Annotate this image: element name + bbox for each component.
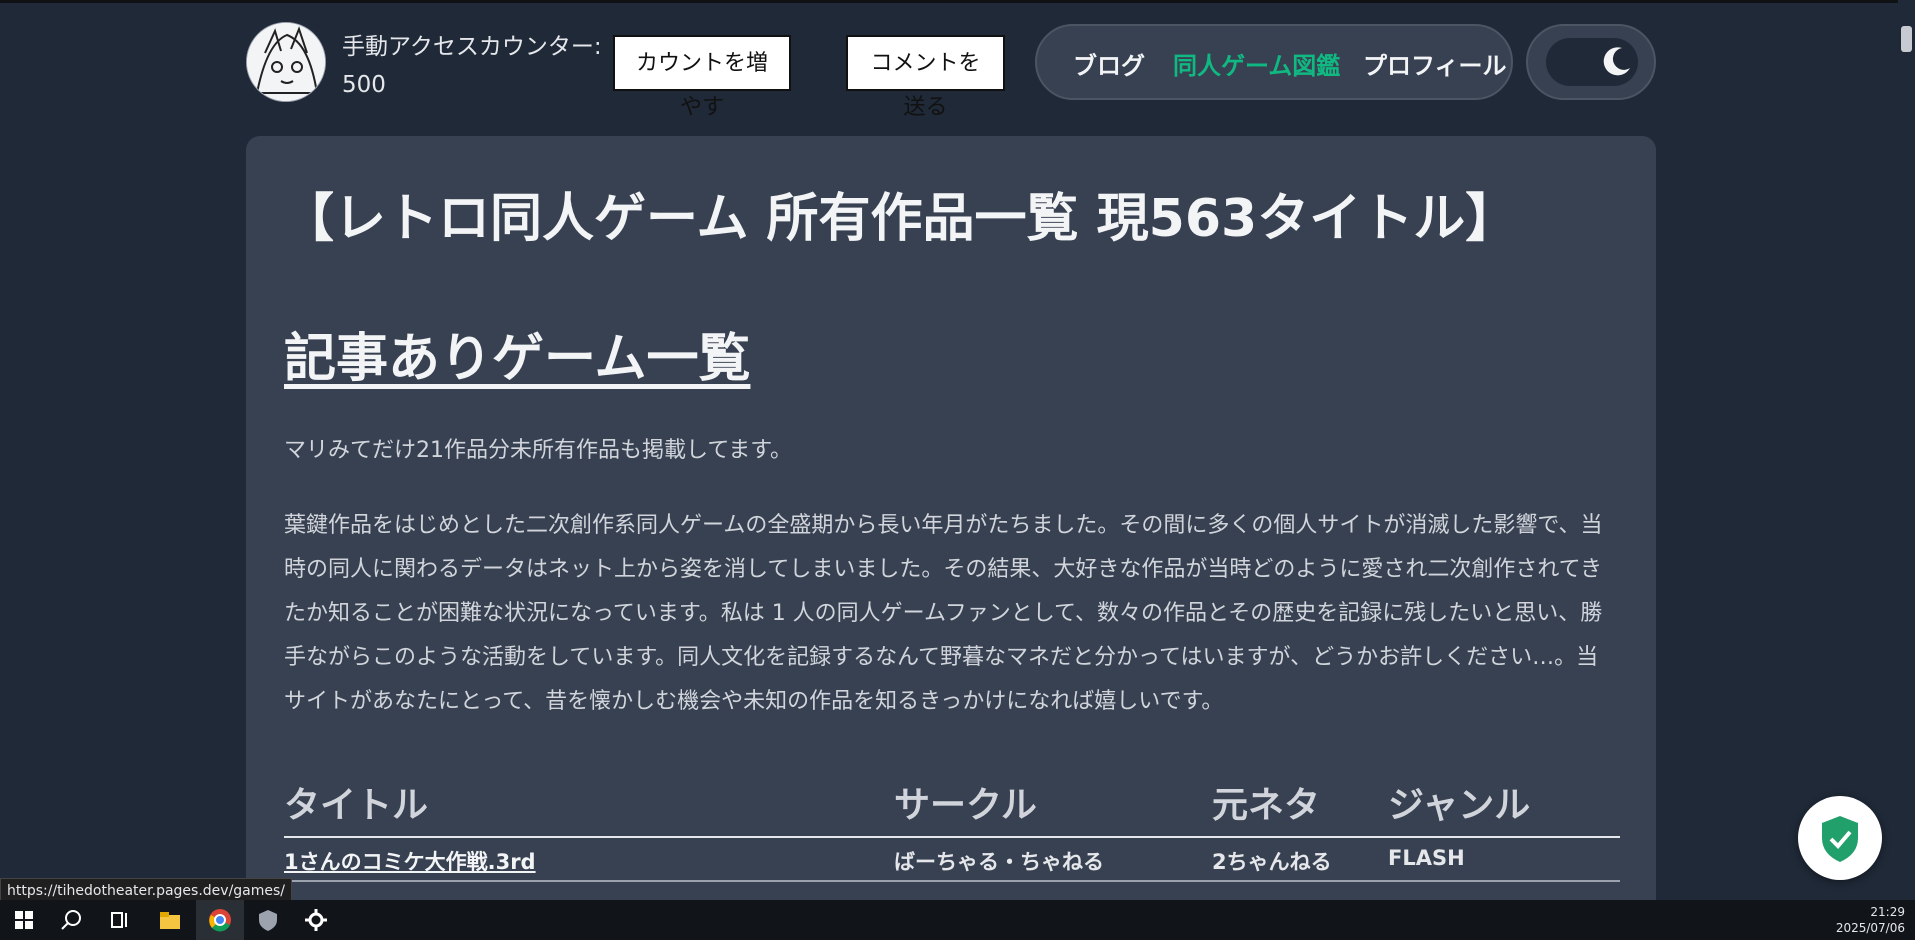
table-row-divider [284, 880, 1620, 882]
table-header-divider [284, 836, 1620, 838]
theme-toggle-container [1526, 24, 1656, 100]
clock-time: 21:29 [1870, 905, 1905, 919]
avatar-illustration-icon [247, 23, 325, 101]
send-comment-label: コメントを [870, 51, 981, 76]
moon-stars-icon [1603, 47, 1630, 76]
cell-genre: FLASH [1388, 846, 1465, 870]
increment-count-label-overflow: やす [679, 95, 724, 120]
avatar[interactable] [246, 22, 326, 102]
file-explorer-icon[interactable] [156, 906, 184, 934]
cell-title: 1さんのコミケ大作戦.3rd [284, 846, 536, 876]
window-top-edge [0, 0, 1915, 3]
page-title: 【レトロ同人ゲーム 所有作品一覧 現563タイトル】 [282, 189, 1518, 249]
counter-label: 手動アクセスカウンター: [342, 34, 602, 60]
settings-gear-icon[interactable] [302, 906, 330, 934]
windows-start-icon[interactable] [10, 906, 38, 934]
main-nav: ブログ 同人ゲーム図鑑 プロフィール [1035, 24, 1513, 100]
task-view-icon[interactable] [106, 906, 134, 934]
system-clock[interactable]: 21:29 2025/07/06 [1836, 904, 1905, 936]
cell-circle: ばーちゃる・ちゃねる [894, 850, 1104, 874]
search-icon[interactable] [58, 906, 86, 934]
section-heading: 記事ありゲーム一覧 [284, 329, 751, 389]
theme-toggle[interactable] [1546, 38, 1638, 86]
game-title-link[interactable]: 1さんのコミケ大作戦.3rd [284, 850, 536, 874]
cell-source: 2ちゃんねる [1212, 850, 1332, 874]
site-header: 手動アクセスカウンター: 500 カウントを増 やす コメントを 送る ブログ … [246, 18, 1656, 120]
page-scrollbar[interactable] [1898, 0, 1915, 900]
counter-value: 500 [342, 72, 386, 98]
note-text: マリみてだけ21作品分未所有作品も掲載してます。 [284, 438, 793, 463]
nav-blog[interactable]: ブログ [1073, 46, 1145, 81]
content-card: 【レトロ同人ゲーム 所有作品一覧 現563タイトル】 記事ありゲーム一覧 マリみ… [246, 136, 1656, 940]
increment-count-button[interactable]: カウントを増 やす [613, 35, 791, 120]
shield-check-icon [1822, 816, 1858, 862]
nav-doujin-game-catalog[interactable]: 同人ゲーム図鑑 [1173, 46, 1340, 81]
clock-date: 2025/07/06 [1835, 921, 1905, 935]
column-header-genre: ジャンル [1388, 785, 1531, 826]
intro-paragraph: 葉鍵作品をはじめとした二次創作系同人ゲームの全盛期から長い年月がたちました。その… [284, 513, 1603, 714]
send-comment-label-overflow: 送る [903, 95, 948, 120]
security-shield-button[interactable] [1798, 796, 1882, 880]
access-counter: 手動アクセスカウンター: 500 [342, 28, 602, 104]
shield-app-icon[interactable] [254, 906, 282, 934]
column-header-source: 元ネタ [1212, 785, 1321, 826]
send-comment-button[interactable]: コメントを 送る [846, 35, 1005, 120]
nav-profile[interactable]: プロフィール [1363, 46, 1507, 81]
increment-count-label: カウントを増 [635, 51, 768, 76]
scrollbar-thumb[interactable] [1901, 26, 1912, 52]
column-header-circle: サークル [894, 785, 1037, 826]
taskbar: 21:29 2025/07/06 [0, 900, 1915, 940]
column-header-title: タイトル [284, 785, 429, 826]
chrome-icon[interactable] [206, 906, 234, 934]
